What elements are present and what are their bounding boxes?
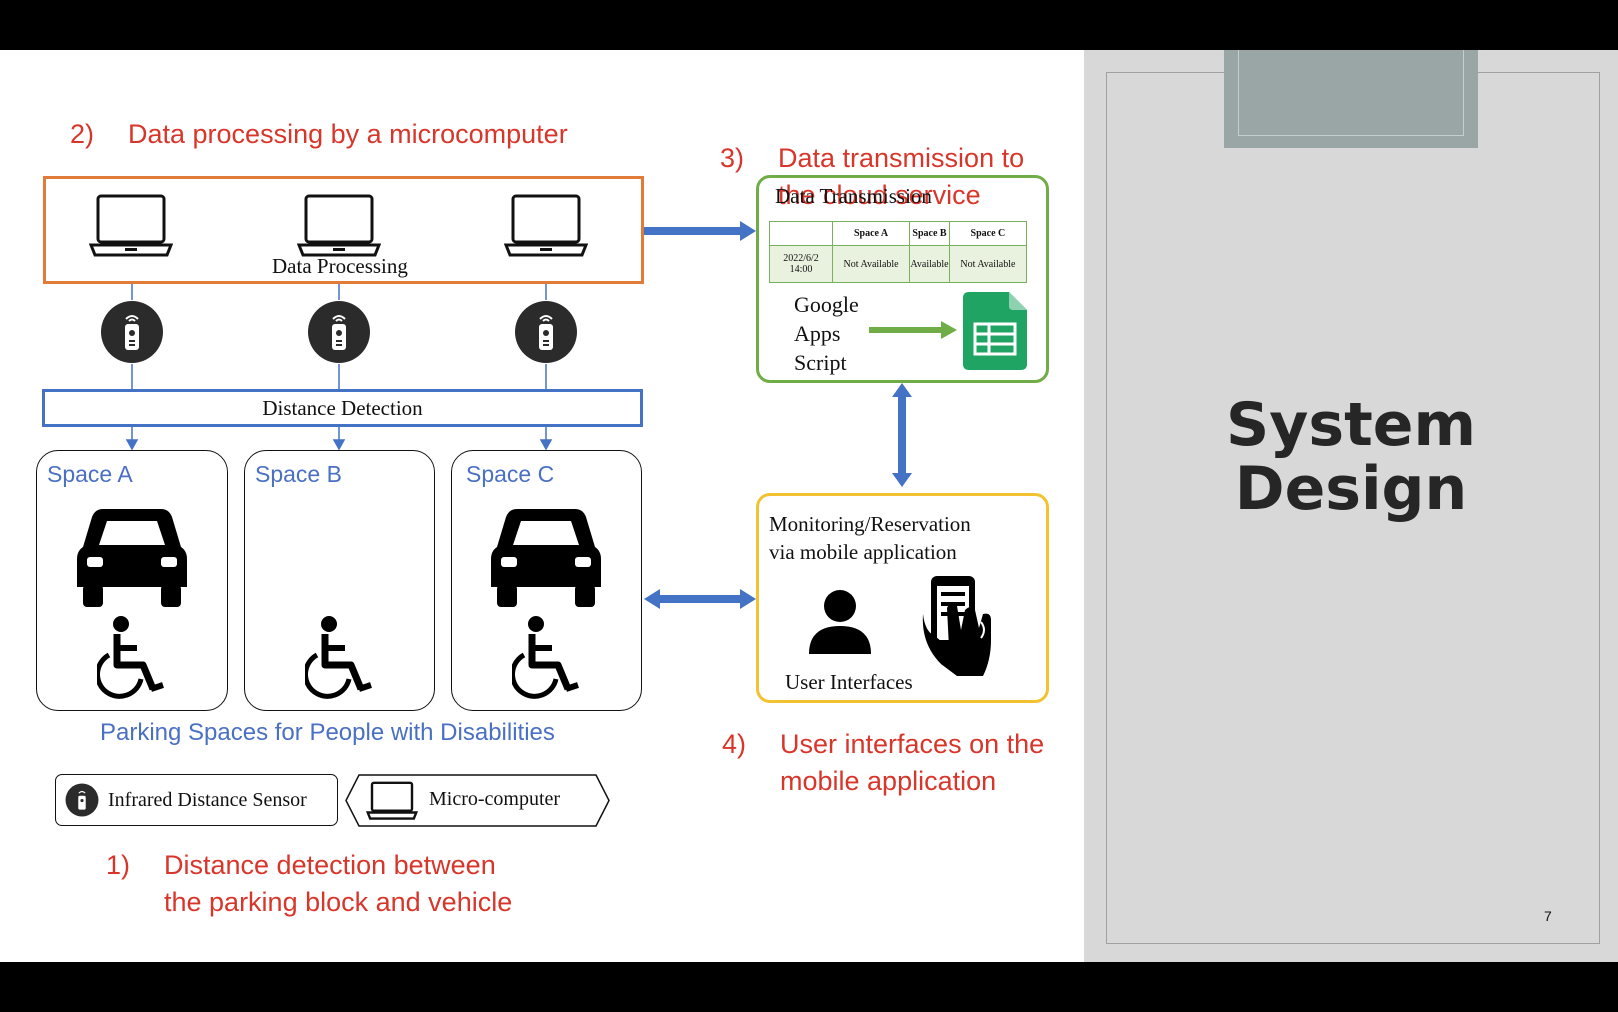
parking-space-b: Space B: [244, 450, 435, 711]
laptop-icon: [297, 194, 381, 257]
slide: 2) Data processing by a microcomputer 3) D…: [0, 50, 1618, 962]
table-header-cell: Space A: [831, 221, 911, 246]
slide-title-line2: Design: [1234, 454, 1468, 524]
gas-label-line1: Google: [794, 292, 859, 317]
parking-caption: Parking Spaces for People with Disabilit…: [100, 719, 555, 746]
user-icon: [809, 590, 871, 654]
table-header-cell: [769, 221, 833, 246]
data-transmission-box: Data Transmission Space A Space B Space …: [756, 175, 1049, 383]
parking-space-c: Space C: [451, 450, 642, 711]
gas-label-line2: Apps: [794, 321, 841, 346]
infrared-sensor-icon: [65, 783, 99, 817]
gas-label: Google Apps Script: [794, 290, 859, 377]
infrared-sensor-icon: [101, 301, 163, 363]
status-table: Space A Space B Space C 2022/6/2 14:00 N…: [769, 221, 1028, 283]
title-panel-tab: [1224, 50, 1478, 148]
table-cell: Not Available: [948, 245, 1028, 283]
page-number: 7: [1544, 908, 1552, 924]
monitoring-label-line1: Monitoring/Reservation: [769, 512, 971, 536]
legend-sensor-label: Infrared Distance Sensor: [108, 789, 307, 811]
distance-detection-label: Distance Detection: [262, 395, 423, 420]
infrared-sensor-icon: [308, 301, 370, 363]
table-cell: Available: [909, 245, 950, 283]
smartphone-touch-icon: [922, 576, 991, 676]
legend-micro-label: Micro-computer: [429, 788, 561, 810]
laptop-icon: [504, 194, 588, 257]
infrared-sensor-icon: [515, 301, 577, 363]
slide-title-line1: System: [1226, 390, 1476, 460]
green-arrow-icon: [869, 321, 957, 339]
google-sheets-icon: [963, 292, 1027, 370]
distance-detection-box: Distance Detection: [42, 389, 643, 427]
user-interfaces-label: User Interfaces: [785, 670, 913, 694]
wheelchair-icon: [512, 616, 579, 699]
table-header-row: Space A Space B Space C: [769, 221, 1028, 246]
laptop-icon: [89, 194, 173, 257]
table-header-cell: Space C: [948, 221, 1028, 246]
table-header-cell: Space B: [909, 221, 950, 246]
monitoring-label-line2: via mobile application: [769, 540, 957, 564]
space-c-label: Space C: [466, 461, 555, 487]
data-transmission-title: Data Transmission: [775, 184, 932, 208]
laptop-icon: [366, 781, 418, 820]
monitoring-box: Monitoring/Reservation via mobile applic…: [756, 493, 1049, 703]
table-row: 2022/6/2 14:00 Not Available Available N…: [769, 245, 1028, 283]
space-b-label: Space B: [255, 461, 342, 487]
gas-label-line3: Script: [794, 350, 847, 375]
title-panel: System Design 7: [1084, 50, 1618, 962]
monitoring-label: Monitoring/Reservation via mobile applic…: [769, 510, 971, 566]
space-a-label: Space A: [47, 461, 133, 487]
car-icon: [491, 509, 601, 607]
legend-sensor: Infrared Distance Sensor: [55, 774, 338, 826]
parking-space-a: Space A: [36, 450, 228, 711]
car-icon: [77, 509, 187, 607]
slide-title: System Design: [1084, 393, 1618, 521]
wheelchair-icon: [97, 616, 164, 699]
table-cell: 2022/6/2 14:00: [769, 245, 833, 283]
table-cell: Not Available: [831, 245, 911, 283]
wheelchair-icon: [305, 616, 372, 699]
